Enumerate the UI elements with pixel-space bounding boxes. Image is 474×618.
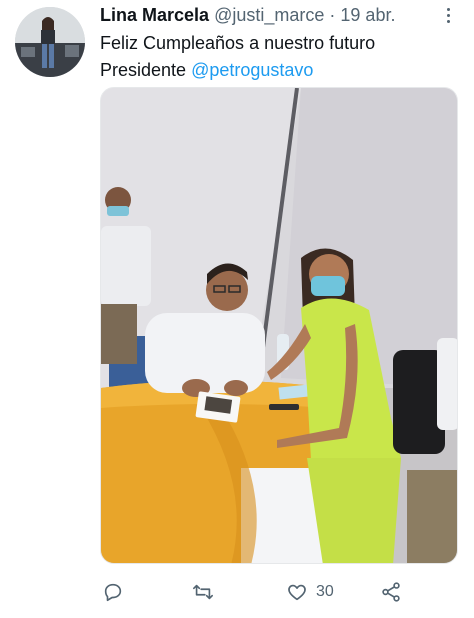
- tweet-text-prefix: Presidente: [100, 60, 192, 80]
- reply-button[interactable]: [102, 578, 124, 606]
- photo-illustration: [101, 88, 457, 563]
- share-icon: [382, 582, 400, 602]
- mention-link[interactable]: @petrogustavo: [191, 60, 313, 80]
- avatar[interactable]: [15, 7, 85, 77]
- tweet-actions: 30: [100, 578, 420, 606]
- retweet-icon: [193, 584, 213, 600]
- more-options-icon[interactable]: [441, 4, 455, 26]
- display-name[interactable]: Lina Marcela: [100, 5, 209, 25]
- user-handle[interactable]: @justi_marce: [214, 5, 324, 25]
- tweet-photo[interactable]: [100, 87, 458, 564]
- tweet-text-line-1: Feliz Cumpleaños a nuestro futuro: [100, 33, 376, 53]
- heart-icon: [288, 584, 306, 601]
- retweet-button[interactable]: [192, 578, 214, 606]
- like-count: 30: [316, 583, 334, 600]
- share-button[interactable]: [380, 578, 402, 606]
- separator-dot: ·: [329, 5, 336, 25]
- tweet-date[interactable]: 19 abr.: [340, 5, 395, 25]
- tweet-text: Feliz Cumpleaños a nuestro futuro Presid…: [100, 30, 460, 84]
- avatar-image: [15, 7, 85, 77]
- tweet-text-line-2: Presidente @petrogustavo: [100, 57, 460, 84]
- tweet-header: Lina Marcela @justi_marce · 19 abr.: [100, 4, 440, 26]
- reply-icon: [104, 583, 122, 602]
- like-button[interactable]: 30: [286, 578, 334, 606]
- tweet: Lina Marcela @justi_marce · 19 abr. Feli…: [0, 0, 474, 618]
